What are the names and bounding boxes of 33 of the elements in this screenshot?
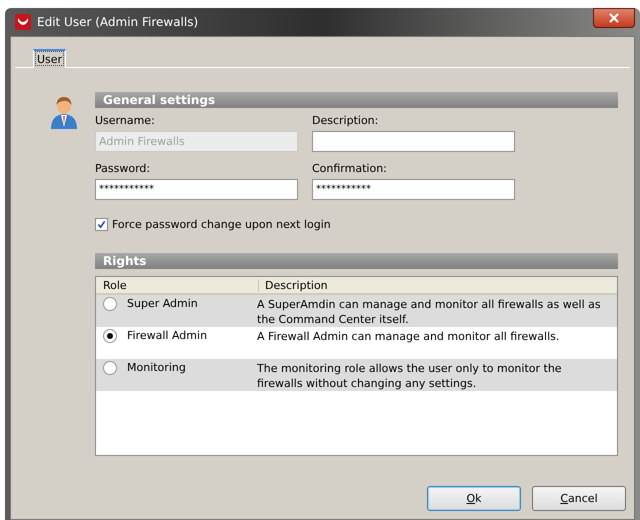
close-button[interactable] (593, 8, 635, 28)
field-label: Username: (95, 114, 156, 127)
section-header: Rights (95, 253, 618, 269)
app-logo-icon (15, 14, 31, 30)
ok-button[interactable]: Ok (427, 486, 521, 511)
section-header: General settings (95, 92, 618, 108)
checkbox-label: Force password change upon next login (112, 218, 331, 231)
window-title: Edit User (Admin Firewalls) (37, 15, 198, 29)
role-row[interactable]: Super Admin A SuperAmdin can manage and monitor all firewalls as well as the Command Center itself. (96, 295, 617, 327)
column-header[interactable]: Role (96, 278, 259, 292)
user-avatar-icon (49, 95, 79, 129)
role-description: The monitoring role allows the user only to monitor the firewalls without changing any settings. (256, 361, 563, 391)
close-icon (609, 13, 619, 23)
role-description: A Firewall Admin can manage and monitor all firewalls. (256, 329, 560, 345)
input-field[interactable]: *********** (312, 179, 515, 200)
field-label: Confirmation: (312, 162, 388, 175)
radio-button[interactable] (103, 297, 117, 311)
role-name: Firewall Admin (127, 329, 208, 344)
checkbox[interactable] (95, 218, 108, 231)
field-label: Description: (312, 114, 380, 127)
tab[interactable]: User (33, 49, 66, 68)
column-header[interactable]: Description (259, 278, 328, 292)
cancel-button[interactable]: Cancel (532, 486, 626, 511)
radio-button[interactable] (103, 361, 117, 375)
role-name: Super Admin (127, 297, 198, 312)
input-field[interactable] (312, 131, 515, 152)
role-row[interactable]: Monitoring The monitoring role allows the user only to monitor the firewalls without changing any settings. (96, 359, 617, 391)
field-label: Password: (95, 162, 152, 175)
role-description: A SuperAmdin can manage and monitor all firewalls as well as the Command Center itself. (256, 297, 602, 327)
role-name: Monitoring (127, 361, 186, 376)
radio-button[interactable] (103, 329, 117, 343)
role-row[interactable]: Firewall Admin A Firewall Admin can manage and monitor all firewalls. (96, 327, 617, 359)
input-field[interactable]: *********** (95, 179, 298, 200)
